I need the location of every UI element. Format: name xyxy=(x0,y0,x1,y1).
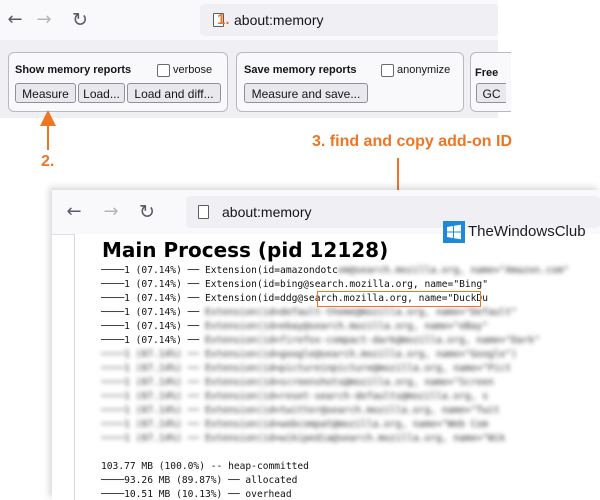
measure-button[interactable]: Measure xyxy=(15,83,76,103)
save-memory-reports-group: Save memory reports anonymize Measure an… xyxy=(236,52,464,112)
addon-id-highlight xyxy=(317,291,481,307)
blurred-list-item: ────1 (07.14%) ── Extension(id=wikipedia… xyxy=(101,433,506,444)
anonymize-checkbox[interactable] xyxy=(381,64,394,77)
watermark-text: TheWindowsClub xyxy=(468,223,586,240)
list-item: ────1 (07.14%) ── Extension(id=firefox-c… xyxy=(101,335,540,346)
gc-button[interactable]: GC xyxy=(476,83,506,103)
blurred-list-item: ────1 (07.14%) ── Extension(id=picturein… xyxy=(101,363,512,374)
step-2-label: 2. xyxy=(41,153,55,170)
list-item: ────1 (07.14%) ── Extension(id=ebay@sear… xyxy=(101,321,488,332)
save-memory-reports-legend: Save memory reports xyxy=(244,64,357,76)
reload-icon[interactable]: ↻ xyxy=(68,8,92,32)
page-icon xyxy=(198,205,209,219)
memory-report-page: Main Process (pid 12128) ────1 (07.14%) … xyxy=(74,234,600,500)
blurred-list-item: ────1 (07.14%) ── Extension(id=reset-sea… xyxy=(101,391,488,402)
url-bar[interactable]: 1. about:memory xyxy=(200,4,498,36)
blurred-list-item: ────1 (07.14%) ── Extension(id=screensho… xyxy=(101,377,494,388)
free-memory-legend: Free xyxy=(475,67,499,79)
back-arrow-icon[interactable]: ← xyxy=(3,8,27,32)
heap-allocated-row: ────93.26 MB (89.87%) ── allocated xyxy=(101,475,298,486)
blurred-list-item: ────1 (07.14%) ── Extension(id=google@se… xyxy=(101,349,517,360)
blurred-list-item: ────1 (07.14%) ── Extension(id=twitter@s… xyxy=(101,405,500,416)
show-memory-reports-group: Show memory reports verbose Measure Load… xyxy=(8,52,228,112)
url-text: about:memory xyxy=(222,204,312,220)
blurred-list-item: ────1 (07.14%) ── Extension(id=webcompat… xyxy=(101,419,488,430)
forward-arrow-icon[interactable]: → xyxy=(99,200,123,224)
list-item: ────1 (07.14%) ── Extension(id=amazondot… xyxy=(101,265,569,276)
load-button[interactable]: Load... xyxy=(78,83,125,103)
top-browser-screenshot: ← → ↻ 1. about:memory Show memory report… xyxy=(0,0,511,118)
step-3-label: 3. find and copy add-on ID xyxy=(312,133,512,150)
forward-arrow-icon[interactable]: → xyxy=(32,8,56,32)
verbose-checkbox[interactable] xyxy=(157,64,170,77)
reload-icon[interactable]: ↻ xyxy=(135,200,159,224)
anonymize-label: anonymize xyxy=(397,64,451,76)
url-text: about:memory xyxy=(234,12,324,28)
heap-committed-total: 103.77 MB (100.0%) -- heap-committed xyxy=(101,461,309,472)
measure-and-save-button[interactable]: Measure and save... xyxy=(244,83,368,103)
free-memory-group: Free GC xyxy=(470,52,511,112)
load-and-diff-button[interactable]: Load and diff... xyxy=(127,83,221,103)
top-navigation-toolbar: ← → ↻ 1. about:memory xyxy=(0,0,498,40)
back-arrow-icon[interactable]: ← xyxy=(62,200,86,224)
step-1-marker: 1. xyxy=(217,11,230,28)
verbose-label: verbose xyxy=(173,64,213,76)
windows-logo-icon xyxy=(443,221,465,243)
list-item: ────1 (07.14%) ── Extension(id=default-t… xyxy=(101,307,517,318)
list-item: ────1 (07.14%) ── Extension(id=bing@sear… xyxy=(101,279,488,290)
show-memory-reports-legend: Show memory reports xyxy=(15,64,132,76)
process-heading: Main Process (pid 12128) xyxy=(102,238,389,262)
heap-overhead-row: ────10.51 MB (10.13%) ── overhead xyxy=(101,489,292,500)
